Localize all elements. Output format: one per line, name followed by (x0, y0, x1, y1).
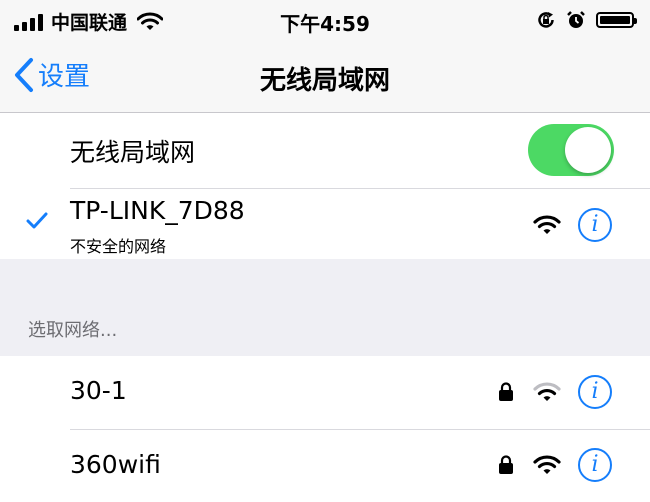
wifi-signal-icon (533, 455, 561, 474)
network-info-button[interactable]: i (578, 448, 612, 482)
navigation-bar: 设置 无线局域网 (0, 42, 650, 113)
network-name: 30-1 (70, 376, 127, 405)
alarm-icon (567, 11, 585, 28)
wifi-signal-icon (533, 215, 561, 234)
status-right (536, 10, 637, 30)
section-header: 选取网络... (28, 320, 118, 341)
battery-icon (596, 12, 637, 28)
network-info-button[interactable]: i (578, 375, 612, 409)
wifi-signal-icon (533, 382, 561, 401)
wifi-toggle[interactable] (528, 124, 614, 176)
page-title: 无线局域网 (259, 66, 390, 96)
row-divider (70, 429, 650, 430)
connected-network-status: 不安全的网络 (70, 237, 167, 256)
row-divider (70, 188, 650, 189)
lock-icon (499, 455, 513, 474)
connected-network-name: TP-LINK_7D88 (70, 196, 245, 225)
orientation-lock-icon (538, 12, 554, 28)
network-info-button[interactable]: i (578, 208, 612, 242)
network-name: 360wifi (70, 450, 161, 479)
checkmark-icon (26, 212, 48, 229)
status-bar: 中国联通 下午4:59 (0, 0, 650, 42)
lock-icon (499, 382, 513, 401)
wifi-toggle-label: 无线局域网 (70, 138, 196, 167)
toggle-knob (565, 127, 611, 173)
